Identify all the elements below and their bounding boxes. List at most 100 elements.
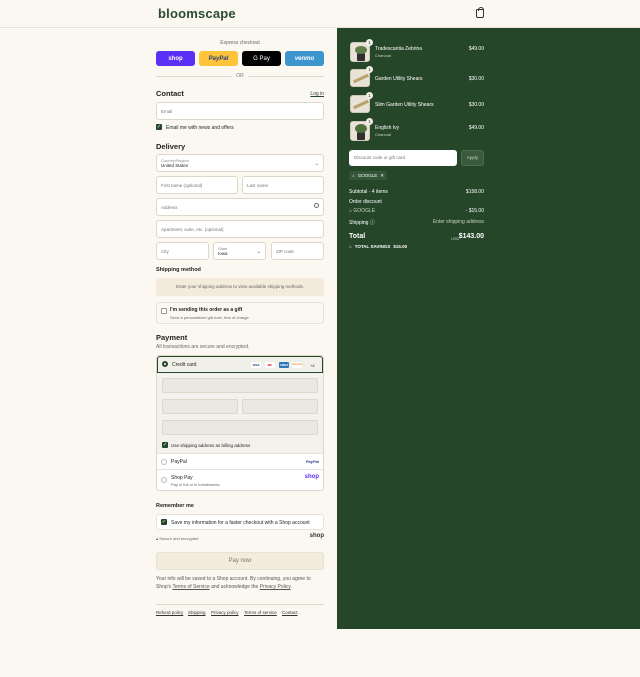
shop-pay-option[interactable]: Shop Pay Pay in full or in installments … (157, 469, 323, 490)
total-label: Total (349, 233, 366, 240)
shop-pay-label: Shop Pay (171, 475, 193, 481)
privacy-policy-link[interactable]: Privacy policy (211, 610, 239, 615)
quantity-badge: 1 (366, 66, 373, 73)
chevron-down-icon: ⌄ (256, 249, 261, 255)
radio-unselected[interactable] (161, 477, 167, 483)
legal-text: Your info will be saved to a Shop accoun… (156, 576, 311, 590)
item-variant: Charcoal (375, 132, 392, 137)
tag-icon: ⌂ (349, 244, 352, 249)
save-info-checkbox[interactable]: ✓ (161, 519, 167, 525)
save-info-label: Save my information for a faster checkou… (171, 520, 310, 526)
quantity-badge: 1 (366, 118, 373, 125)
order-summary: 1 Tradescantia Zebrina Charcoal $49.00 1… (337, 28, 640, 629)
shears-icon (353, 73, 369, 84)
card-fields: ✓ Use shipping address as billing addres… (157, 373, 323, 453)
divider (156, 604, 324, 605)
gift-option[interactable]: I'm sending this order as a gift Send a … (156, 302, 324, 324)
search-icon (314, 203, 319, 208)
paypal-logo: PayPal (305, 459, 319, 464)
close-icon[interactable]: ✕ (380, 171, 384, 180)
address-input[interactable]: Address (156, 198, 324, 216)
quantity-badge: 1 (366, 39, 373, 46)
shears-icon (353, 99, 369, 110)
delivery-title: Delivery (156, 142, 186, 151)
item-price: $30.00 (468, 102, 484, 108)
item-price: $49.00 (468, 46, 484, 52)
contact-title: Contact (156, 89, 184, 98)
item-price: $49.00 (468, 125, 484, 131)
divider (248, 76, 324, 77)
quantity-badge: 1 (366, 92, 373, 99)
subtotal-value: $158.00 (465, 189, 484, 195)
login-link[interactable]: Log in (310, 91, 324, 97)
discount-code-line: ⌂ GOOGLE (349, 208, 376, 214)
subtotal-label: Subtotal · 4 items (349, 189, 388, 195)
remember-option[interactable]: ✓ Save my information for a faster check… (156, 514, 324, 530)
discover-icon: DISCOVER (292, 362, 303, 368)
paypal-button[interactable]: PayPal (199, 51, 238, 66)
item-name: English Ivy (375, 125, 400, 131)
credit-card-label: Credit card (172, 362, 197, 368)
news-label: Email me with news and offers (166, 125, 234, 131)
shop-pay-sub: Pay in full or in installments (171, 482, 220, 487)
plant-pot-icon (357, 132, 365, 140)
discount-tag: ⌂ GOOGLE ✕ (349, 171, 388, 180)
country-value: United States (161, 163, 189, 168)
privacy-link[interactable]: Privacy Policy (260, 584, 291, 590)
zip-input[interactable]: ZIP code (271, 242, 324, 260)
divider (156, 76, 232, 77)
pay-now-button[interactable]: Pay now (156, 552, 324, 570)
total-value: $143.00 (458, 233, 484, 240)
header: bloomscape (0, 0, 640, 28)
billing-checkbox[interactable]: ✓ (162, 442, 168, 448)
security-code-input[interactable] (242, 399, 318, 414)
contact-link[interactable]: Contact (282, 610, 298, 615)
venmo-button[interactable]: venmo (285, 51, 324, 66)
email-input[interactable]: Email (156, 102, 324, 120)
chevron-down-icon: ⌄ (314, 161, 319, 167)
address-placeholder: Address (161, 204, 178, 210)
name-on-card-input[interactable] (162, 420, 318, 435)
radio-selected[interactable] (162, 361, 168, 367)
shopping-bag-icon[interactable] (476, 7, 484, 18)
gift-title: I'm sending this order as a gift (170, 307, 243, 313)
country-select[interactable]: Country/Region United States ⌄ (156, 154, 324, 172)
shipping-notice: Enter your shipping address to view avai… (156, 278, 324, 296)
terms-link[interactable]: Terms of Service (172, 584, 209, 590)
order-discount-label: Order discount (349, 199, 382, 205)
google-pay-button[interactable]: G Pay (242, 51, 281, 66)
discount-input[interactable]: Discount code or gift card (349, 150, 457, 166)
paypal-label: PayPal (171, 459, 187, 465)
total-savings: ⌂ TOTAL SAVINGS $15.00 (349, 244, 408, 249)
news-checkbox[interactable]: ✓ (156, 124, 162, 130)
visa-icon: VISA (251, 362, 261, 368)
credit-card-option[interactable]: Credit card VISA MC AMEX DISCOVER +4 (157, 356, 323, 373)
shipping-method-title: Shipping method (156, 267, 201, 273)
shipping-policy-link[interactable]: Shipping (188, 610, 206, 615)
plant-leaves-icon (355, 46, 367, 54)
apartment-input[interactable]: Apartment, suite, etc. (optional) (156, 220, 324, 238)
radio-unselected[interactable] (161, 459, 167, 465)
last-name-input[interactable]: Last name (242, 176, 324, 194)
apply-button[interactable]: Apply (461, 150, 484, 166)
expiry-input[interactable] (162, 399, 238, 414)
plant-leaves-icon (355, 124, 367, 133)
bloomscape-logo[interactable]: bloomscape (158, 6, 236, 21)
gift-checkbox[interactable] (161, 308, 167, 314)
amex-icon: AMEX (279, 362, 289, 368)
info-icon[interactable]: ⓘ (370, 220, 375, 226)
paypal-option[interactable]: PayPal PayPal (157, 453, 323, 469)
shop-pay-button[interactable]: shop (156, 51, 195, 66)
tag-icon: ⌂ (349, 208, 353, 214)
or-label: OR (236, 73, 244, 79)
card-number-input[interactable] (162, 378, 318, 393)
refund-policy-link[interactable]: Refund policy (156, 610, 183, 615)
first-name-input[interactable]: First name (optional) (156, 176, 238, 194)
state-select[interactable]: State Iowa ⌄ (213, 242, 266, 260)
shipping-label: Shipping ⓘ (349, 220, 375, 226)
city-input[interactable]: City (156, 242, 209, 260)
payment-methods: Credit card VISA MC AMEX DISCOVER +4 ✓ U… (156, 355, 324, 491)
shop-pay-logo: shop (304, 474, 319, 480)
tag-icon: ⌂ (352, 173, 355, 178)
terms-of-service-link[interactable]: Terms of service (244, 610, 277, 615)
